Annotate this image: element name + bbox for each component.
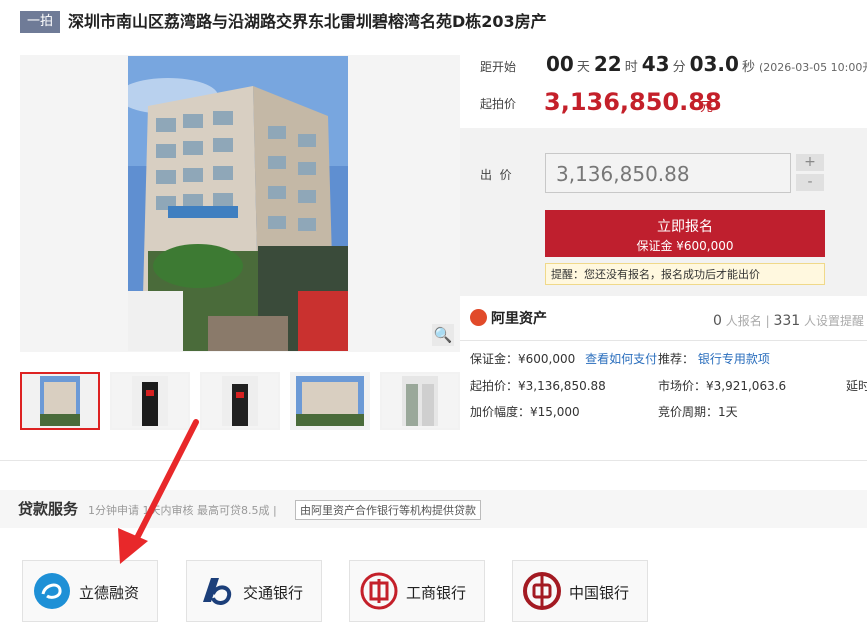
page-title: 深圳市南山区荔湾路与沿湖路交界东北雷圳碧榕湾名苑D栋203房产: [68, 12, 547, 31]
thumbnail-2[interactable]: [110, 372, 190, 430]
icbc-logo-icon: [360, 572, 398, 610]
start-time: (2026-03-05 10:00开拍): [758, 61, 867, 74]
bank-option-icbc[interactable]: 工商银行: [349, 560, 485, 622]
divider: [460, 340, 867, 341]
reminder-count-value: 331: [773, 313, 801, 329]
thumbnail-1[interactable]: [20, 372, 100, 430]
auction-info-panel: 阿里资产 0 人报名 | 331 人设置提醒 保证金：¥600,000 查看如何…: [460, 296, 867, 436]
countdown-label: 距开始: [480, 60, 517, 74]
boc-logo-icon: [523, 572, 561, 610]
days-unit: 天: [576, 60, 590, 75]
countdown-days: 00: [546, 52, 574, 76]
signup-count-value: 0: [713, 313, 722, 329]
countdown-timer: 00天22时43分03.0秒(2026-03-05 10:00开拍): [546, 52, 867, 76]
start-price-unit: 元: [700, 100, 714, 115]
start-price-info: 起拍价：¥3,136,850.88: [470, 379, 606, 393]
bank-option-lide[interactable]: 立德融资: [22, 560, 158, 622]
lide-logo-icon: [34, 573, 70, 609]
bank-name: 中国银行: [569, 584, 630, 602]
recommend-label: 推荐：: [658, 352, 695, 366]
deposit-amount: 保证金 ¥600,000: [636, 239, 734, 253]
alibaba-assets-logo-icon: [470, 309, 487, 326]
delay-info: 延时: [846, 379, 867, 393]
loan-service-bar: 贷款服务 1分钟申请 1天内审核 最高可贷8.5成 | 由阿里资产合作银行等机构…: [0, 490, 867, 528]
bank-option-boc[interactable]: 中国银行: [512, 560, 648, 622]
title-bar: 一拍 深圳市南山区荔湾路与沿湖路交界东北雷圳碧榕湾名苑D栋203房产: [0, 0, 867, 44]
decrease-bid-button[interactable]: -: [796, 174, 824, 191]
how-to-pay-link[interactable]: 查看如何支付: [585, 352, 657, 366]
bank-name: 工商银行: [406, 584, 467, 602]
signup-count: 0 人报名 | 331 人设置提醒: [713, 313, 865, 329]
seconds-unit: 秒: [741, 60, 755, 75]
start-price-label: 起拍价: [480, 97, 517, 111]
reminder-count-label: 人设置提醒: [804, 314, 865, 328]
thumbnail-strip: [20, 372, 460, 430]
bid-panel: 出 价 3,136,850.88 + - 立即报名 保证金 ¥600,000 提…: [460, 128, 867, 296]
register-reminder: 提醒：您还没有报名，报名成功后才能出价: [545, 263, 825, 285]
hours-unit: 时: [624, 60, 638, 75]
register-button[interactable]: 立即报名 保证金 ¥600,000: [545, 210, 825, 257]
start-price-value: 3,136,850.88: [544, 88, 722, 116]
minutes-unit: 分: [672, 60, 686, 75]
bank-option-bocom[interactable]: 交通银行: [186, 560, 322, 622]
bank-funds-link[interactable]: 银行专用款项: [698, 352, 770, 366]
section-divider: [0, 460, 867, 461]
brand[interactable]: 阿里资产: [470, 308, 547, 328]
loan-provider-note: 由阿里资产合作银行等机构提供贷款: [295, 500, 481, 520]
bank-name: 立德融资: [79, 584, 140, 602]
thumbnail-4[interactable]: [290, 372, 370, 430]
market-price-info: 市场价：¥3,921,063.6: [658, 379, 787, 393]
price-header: 距开始 00天22时43分03.0秒(2026-03-05 10:00开拍) 起…: [460, 44, 867, 128]
countdown-seconds: 03.0: [689, 52, 739, 76]
bid-amount-input[interactable]: 3,136,850.88: [545, 153, 791, 193]
cycle-info: 竞价周期：1天: [658, 405, 738, 419]
property-photo: [128, 56, 348, 351]
loan-service-title: 贷款服务: [18, 500, 79, 518]
thumbnail-5[interactable]: [380, 372, 460, 430]
zoom-icon[interactable]: 🔍: [432, 324, 454, 346]
loan-service-desc: 1分钟申请 1天内审核 最高可贷8.5成 |: [88, 504, 277, 517]
signup-count-label: 人报名: [725, 314, 762, 328]
bid-label: 出 价: [480, 168, 512, 182]
register-button-label: 立即报名: [657, 219, 713, 235]
deposit-row: 保证金：¥600,000 查看如何支付: [470, 350, 657, 367]
bocom-logo-icon: [203, 578, 232, 605]
main-image-viewer[interactable]: 🔍: [20, 55, 460, 352]
increment-info: 加价幅度：¥15,000: [470, 405, 580, 419]
thumbnail-3[interactable]: [200, 372, 280, 430]
auction-round-badge: 一拍: [20, 11, 60, 33]
countdown-hours: 22: [593, 52, 622, 76]
recommend-row: 推荐： 银行专用款项: [658, 350, 770, 367]
bank-name: 交通银行: [243, 584, 304, 602]
deposit-label: 保证金：¥600,000: [470, 352, 576, 366]
brand-name: 阿里资产: [491, 311, 547, 327]
increase-bid-button[interactable]: +: [796, 154, 824, 171]
countdown-minutes: 43: [641, 52, 670, 76]
